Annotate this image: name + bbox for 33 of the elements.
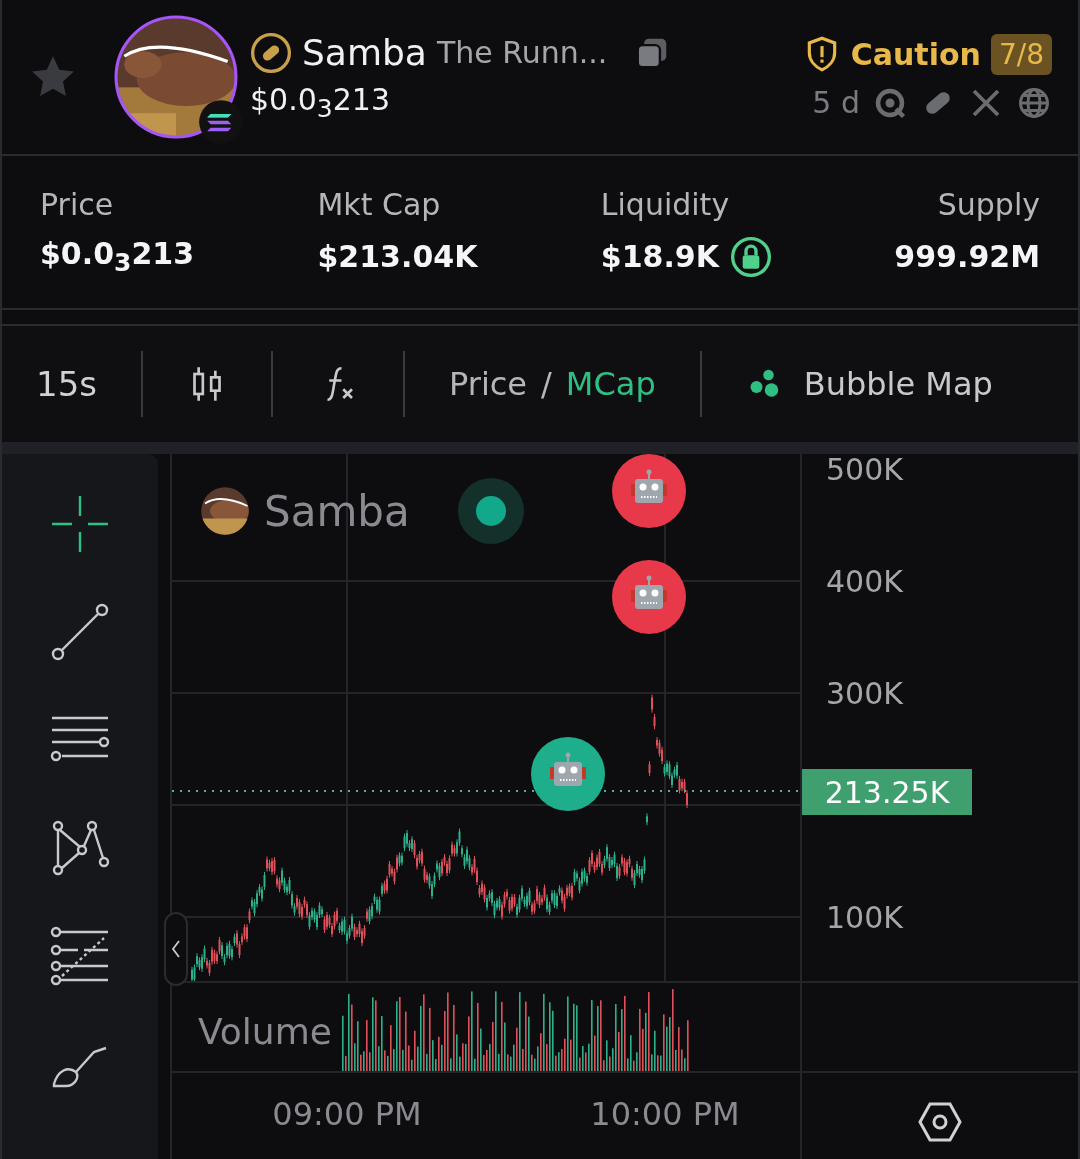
stat-label: Liquidity — [600, 186, 731, 222]
robot-marker-icon[interactable] — [612, 454, 686, 528]
stat-value: $18.9K — [600, 239, 719, 274]
risk-score: 7/8 — [990, 33, 1052, 75]
volume-label: Volume — [198, 1011, 332, 1052]
axis-label: 400K — [826, 563, 903, 599]
token-price: $0.0$_{3}$213 — [250, 81, 391, 123]
mode-tab[interactable]: Price — [449, 365, 528, 403]
mode-tab[interactable]: MCap — [565, 365, 656, 403]
axis-label: 100K — [826, 899, 903, 935]
mode-separator: / — [541, 365, 552, 403]
time-label: 09:00 PM — [272, 1095, 422, 1133]
interval-button[interactable]: 15s — [36, 364, 97, 404]
token-name: Samba — [302, 32, 427, 73]
stat-label: Price — [40, 186, 115, 222]
bubble-map-button[interactable]: Bubble Map — [803, 365, 993, 403]
stat-label: Mkt Cap — [317, 186, 442, 222]
stat-value: $213.04K — [317, 239, 478, 274]
token-age: 5 d — [812, 85, 860, 120]
token-full-name: The Runn... — [436, 35, 608, 70]
stat-label: Supply — [937, 186, 1040, 222]
risk-label: Caution — [850, 36, 981, 72]
robot-marker-icon[interactable] — [531, 737, 605, 811]
pill-icon — [250, 31, 292, 74]
axis-label: 300K — [826, 675, 903, 711]
stat-value: 999.92M — [894, 239, 1040, 274]
time-label: 10:00 PM — [590, 1095, 740, 1133]
stat-value: $0.0$_{3}$213 — [40, 236, 195, 277]
collapse-handle[interactable] — [164, 912, 188, 986]
price-tag: 213.25K — [802, 769, 972, 815]
robot-marker-icon[interactable] — [612, 560, 686, 634]
axis-label: 500K — [826, 451, 903, 487]
legend-title: Samba — [264, 486, 410, 536]
